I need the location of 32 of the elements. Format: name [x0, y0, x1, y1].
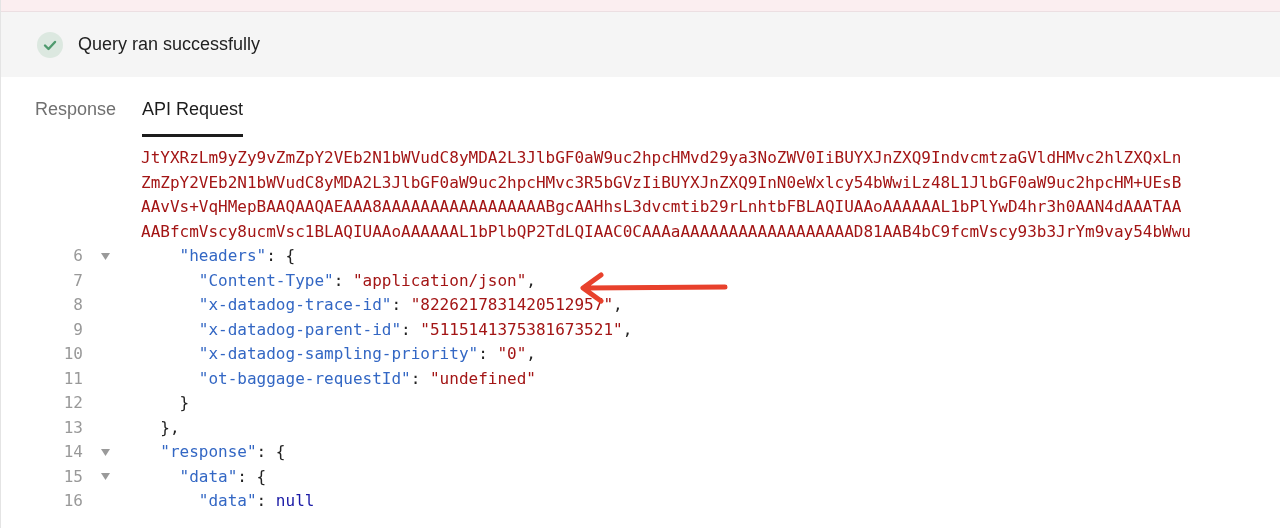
- fold-toggle-icon[interactable]: [101, 448, 110, 456]
- code-line: ZmZpY2VEb2N1bWVudC8yMDA2L3JlbGF0aW9uc2hpcHMvc3R5bGVzIiBUYXJnZXQ9InN0eWxlcy54bWwiLz48L1JlbGF0aW9uc2hpcHM+UEsB: [141, 171, 1182, 194]
- line-number: 16: [63, 491, 83, 511]
- fold-toggle-icon[interactable]: [101, 252, 110, 260]
- code-line: AABfcmVscy8ucmVsc1BLAQIUAAoAAAAAAL1bPlbQP2TdLQIAAC0CAAAaAAAAAAAAAAAAAAAAAAD81AAB4bC9fcmVscy93b3JrYm9vay54bWwu: [141, 220, 1191, 243]
- code-line: }: [178, 392, 190, 415]
- code-line: "headers": {: [178, 245, 296, 268]
- line-number: 15: [63, 466, 83, 486]
- fold-toggle-icon[interactable]: [101, 473, 110, 481]
- line-number: 14: [63, 442, 83, 462]
- line-number: 12: [63, 393, 83, 413]
- code-line: "response": {: [159, 441, 286, 464]
- tab[interactable]: Response: [35, 77, 117, 137]
- code-line: "data": {: [178, 465, 267, 488]
- code-line: "data": null: [197, 490, 315, 513]
- code-line: JtYXRzLm9yZy9vZmZpY2VEb2N1bWVudC8yMDA2L3JlbGF0aW9uc2hpcHMvd29ya3NoZWV0IiBUYXJnZXQ9IndvcmtzaGVldHMvc2hlZXQxLn: [141, 147, 1182, 170]
- code-line: AAvVs+VqHMepBAAQAAQAEAAA8AAAAAAAAAAAAAAAAABgcAAHhsL3dvcmtib29rLnhtbFBLAQIUAAoAAAAAAL1bPlYwD4hr3h0AAN4dAAATAA: [141, 196, 1182, 219]
- code-line: "ot-baggage-requestId": "undefined": [197, 367, 536, 390]
- code-line: "x-datadog-sampling-priority": "0",: [197, 343, 536, 366]
- status-message: Query ran successfully: [78, 33, 261, 56]
- code-line: "x-datadog-parent-id": "5115141375381673521",: [197, 318, 633, 341]
- line-number: 13: [63, 417, 83, 437]
- line-number: 9: [73, 319, 83, 339]
- line-number: 11: [63, 368, 83, 388]
- line-number: 10: [63, 344, 83, 364]
- code-line: "x-datadog-trace-id": "8226217831420512957",: [197, 294, 623, 317]
- line-number: 7: [73, 270, 83, 290]
- code-line: "Content-Type": "application/json",: [197, 269, 536, 292]
- line-number: 8: [73, 295, 83, 315]
- tab[interactable]: API Request: [142, 77, 244, 137]
- line-number: 6: [73, 246, 83, 266]
- code-line: },: [159, 416, 180, 439]
